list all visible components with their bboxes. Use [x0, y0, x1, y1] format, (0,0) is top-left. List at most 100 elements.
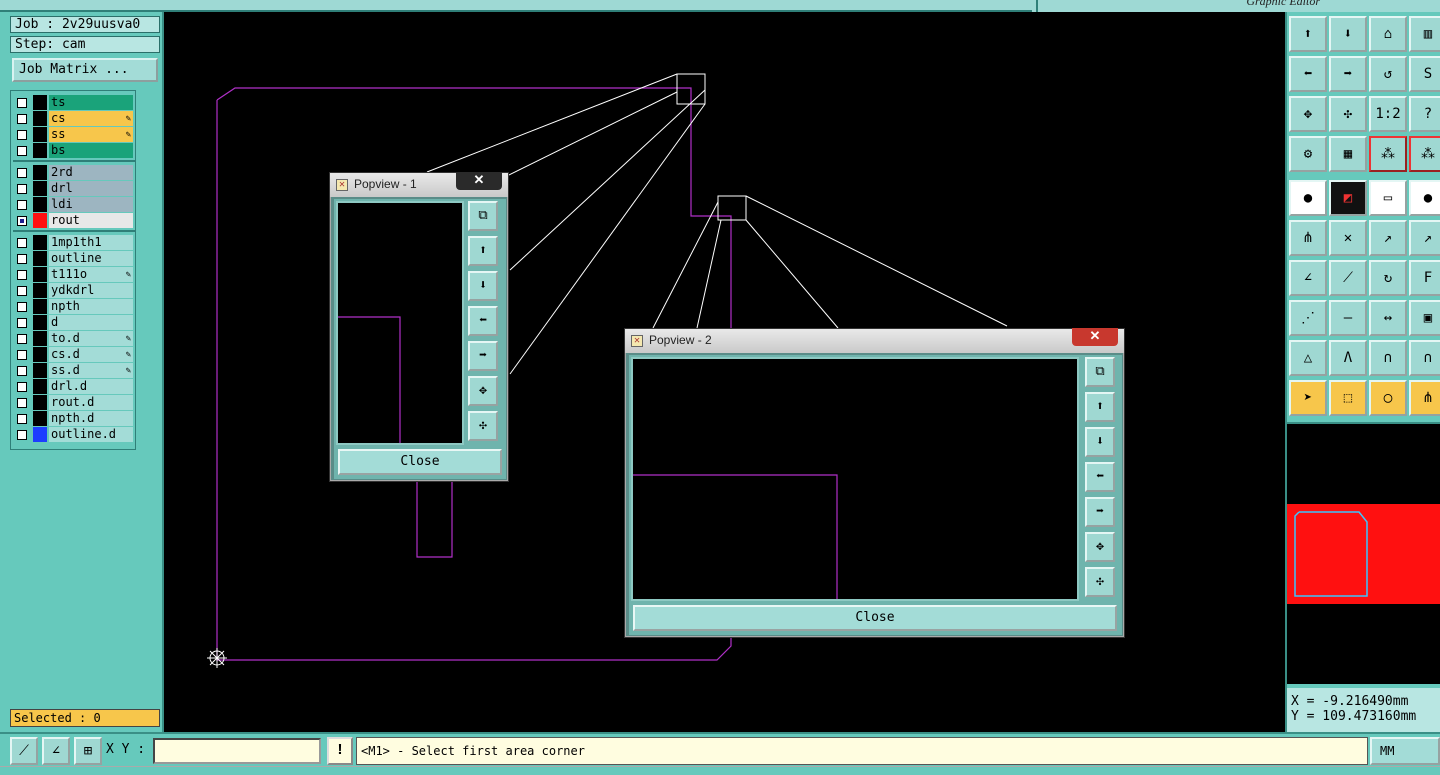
layer-color-swatch[interactable]	[33, 143, 47, 158]
layer-checkbox[interactable]	[17, 366, 27, 376]
popview-2-zoom-out-button[interactable]: ✣	[1085, 567, 1115, 597]
popview-2-pan-left-button[interactable]: ⬅	[1085, 462, 1115, 492]
layer-color-swatch[interactable]	[33, 395, 47, 410]
undo-view-icon[interactable]: ↺	[1369, 56, 1407, 92]
layer-row[interactable]: drl	[15, 181, 135, 196]
dimension-icon[interactable]: ↔	[1369, 300, 1407, 336]
layer-row[interactable]: ss.d ✎	[15, 363, 135, 378]
angle-icon[interactable]: ∠	[1289, 260, 1327, 296]
layer-checkbox[interactable]	[17, 318, 27, 328]
overview-map[interactable]	[1287, 422, 1440, 684]
layer-color-swatch[interactable]	[33, 127, 47, 142]
layer-color-swatch[interactable]	[33, 95, 47, 110]
layer-row[interactable]: 2rd	[15, 165, 135, 180]
snap-diagonal-icon[interactable]: ⟋	[10, 737, 38, 765]
layer-row[interactable]: rout.d	[15, 395, 135, 410]
net-tool-2-icon[interactable]: ⁂	[1409, 136, 1440, 172]
layer-color-swatch[interactable]	[33, 181, 47, 196]
popview-2-close-button[interactable]: Close	[633, 605, 1117, 631]
move-left-icon[interactable]: ⬅	[1289, 56, 1327, 92]
popview-2-fit-button[interactable]: ⧉	[1085, 357, 1115, 387]
arch-2-icon[interactable]: ∩	[1409, 340, 1440, 376]
layer-checkbox[interactable]	[17, 114, 27, 124]
layer-color-swatch[interactable]	[33, 283, 47, 298]
popview-1-pan-down-button[interactable]: ⬇	[468, 271, 498, 301]
grid-snap-icon[interactable]: ⊞	[74, 737, 102, 765]
move-right-icon[interactable]: ➡	[1329, 56, 1367, 92]
arc-icon[interactable]: ↻	[1369, 260, 1407, 296]
layer-color-swatch[interactable]	[33, 411, 47, 426]
node-edit-icon[interactable]: ⋰	[1289, 300, 1327, 336]
popview-1-fit-button[interactable]: ⧉	[468, 201, 498, 231]
horizontal-line-icon[interactable]: —	[1329, 300, 1367, 336]
layer-checkbox[interactable]	[17, 398, 27, 408]
layer-row[interactable]: ss ✎	[15, 127, 135, 142]
popview-2-pan-up-button[interactable]: ⬆	[1085, 392, 1115, 422]
popview-1-zoom-in-button[interactable]: ✥	[468, 376, 498, 406]
layer-checkbox[interactable]	[17, 286, 27, 296]
line-node-icon[interactable]: ↗	[1369, 220, 1407, 256]
layer-checkbox[interactable]	[17, 430, 27, 440]
layer-checkbox[interactable]	[17, 302, 27, 312]
arch-icon[interactable]: ∩	[1369, 340, 1407, 376]
layer-row[interactable]: ldi	[15, 197, 135, 212]
popview-2-pan-down-button[interactable]: ⬇	[1085, 427, 1115, 457]
text-flag-icon[interactable]: F	[1409, 260, 1440, 296]
job-matrix-button[interactable]: Job Matrix ...	[12, 58, 158, 82]
popview-2-titlebar[interactable]: ✕ Popview - 2	[625, 329, 1124, 353]
layer-checkbox[interactable]	[17, 98, 27, 108]
select-box-icon[interactable]: ⬚	[1329, 380, 1367, 416]
layer-row[interactable]: cs.d ✎	[15, 347, 135, 362]
layer-color-swatch[interactable]	[33, 235, 47, 250]
layer-checkbox[interactable]	[17, 350, 27, 360]
select-arrow-icon[interactable]: ➤	[1289, 380, 1327, 416]
window-layout-icon[interactable]: ▥	[1409, 16, 1440, 52]
grid-icon[interactable]: ▦	[1329, 136, 1367, 172]
layer-row[interactable]: ts	[15, 95, 135, 110]
layer-color-swatch[interactable]	[33, 331, 47, 346]
layer-color-swatch[interactable]	[33, 197, 47, 212]
layer-row[interactable]: outline.d	[15, 427, 135, 442]
popview-1-close-button[interactable]: Close	[338, 449, 502, 475]
pattern-icon[interactable]: ▣	[1409, 300, 1440, 336]
layer-color-swatch[interactable]	[33, 111, 47, 126]
cross-node-icon[interactable]: ✕	[1329, 220, 1367, 256]
select-circle-icon[interactable]: ◯	[1369, 380, 1407, 416]
popview-1-pan-right-button[interactable]: ➡	[468, 341, 498, 371]
dot-icon[interactable]: ●	[1409, 180, 1440, 216]
exclamation-button[interactable]: !	[327, 737, 353, 765]
feature-select-icon[interactable]: ◩	[1329, 180, 1367, 216]
layer-row[interactable]: cs ✎	[15, 111, 135, 126]
layer-checkbox[interactable]	[17, 200, 27, 210]
layer-checkbox[interactable]	[17, 184, 27, 194]
zoom-fit-icon[interactable]: ✥	[1289, 96, 1327, 132]
popview-1-pan-up-button[interactable]: ⬆	[468, 236, 498, 266]
popview-1-zoom-out-button[interactable]: ✣	[468, 411, 498, 441]
layer-checkbox[interactable]	[17, 270, 27, 280]
layer-row[interactable]: bs	[15, 143, 135, 158]
popview-2-pan-right-button[interactable]: ➡	[1085, 497, 1115, 527]
xy-input[interactable]	[153, 738, 321, 764]
layer-row[interactable]: t111o ✎	[15, 267, 135, 282]
layer-color-swatch[interactable]	[33, 427, 47, 442]
layer-row[interactable]: rout	[15, 213, 135, 228]
layer-checkbox[interactable]	[17, 146, 27, 156]
units-select[interactable]: MM	[1370, 737, 1440, 765]
diagonal-line-icon[interactable]: ⟋	[1329, 260, 1367, 296]
move-down-icon[interactable]: ⬇	[1329, 16, 1367, 52]
scale-1-2-icon[interactable]: 1:2	[1369, 96, 1407, 132]
layer-checkbox[interactable]	[17, 334, 27, 344]
snap-icon[interactable]: S	[1409, 56, 1440, 92]
popview-1-pan-left-button[interactable]: ⬅	[468, 306, 498, 336]
layer-checkbox[interactable]	[17, 168, 27, 178]
popview-2-view[interactable]	[631, 357, 1079, 601]
layer-row[interactable]: drl.d	[15, 379, 135, 394]
net-tool-icon[interactable]: ⁂	[1369, 136, 1407, 172]
peak-icon[interactable]: Λ	[1329, 340, 1367, 376]
layer-color-swatch[interactable]	[33, 379, 47, 394]
measure-tool-icon[interactable]: ⚙	[1289, 136, 1327, 172]
layer-row[interactable]: npth.d	[15, 411, 135, 426]
layer-color-swatch[interactable]	[33, 165, 47, 180]
layer-row[interactable]: outline	[15, 251, 135, 266]
layer-checkbox[interactable]	[17, 254, 27, 264]
